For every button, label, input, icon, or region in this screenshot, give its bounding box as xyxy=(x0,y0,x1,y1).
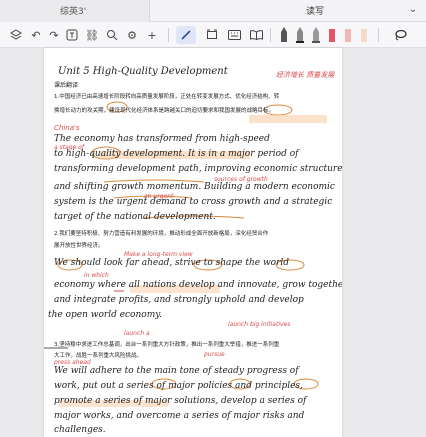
tab-reading-writing[interactable]: 读写 xyxy=(260,0,370,22)
redo-icon[interactable]: ↷ xyxy=(46,26,62,44)
handwritten-line: and integrate profits, and strongly upho… xyxy=(54,295,304,305)
handwritten-line: We will adhere to the main tone of stead… xyxy=(54,366,299,376)
frame-icon[interactable] xyxy=(204,26,220,44)
settings-icon[interactable]: ⚙ xyxy=(124,26,140,44)
section-heading: 课后翻译 xyxy=(54,82,79,89)
title-bar: 综英3' 读写 ⌄ xyxy=(0,0,426,22)
tab-reading-1[interactable]: 综英3' xyxy=(0,0,150,22)
marker-icon[interactable] xyxy=(276,26,292,44)
highlighter-light-icon[interactable] xyxy=(356,26,372,44)
keyboard-icon[interactable] xyxy=(226,26,242,44)
handwritten-line: major works, and overcome a series of ma… xyxy=(54,411,305,421)
pen-icon[interactable] xyxy=(176,26,196,44)
handwritten-line: system is the urgent demand to cross gro… xyxy=(54,197,333,207)
handwritten-line: The economy has transformed from high-sp… xyxy=(54,134,270,144)
handwritten-line: challenges. xyxy=(54,425,106,435)
divider xyxy=(378,28,379,42)
red-note: Make a long-term view xyxy=(124,251,193,258)
book-icon[interactable] xyxy=(248,26,264,44)
red-note: launch big initiatives xyxy=(228,321,291,328)
add-icon[interactable]: + xyxy=(144,26,160,44)
divider xyxy=(270,28,271,42)
lasso-icon[interactable] xyxy=(390,26,410,44)
red-note: in which xyxy=(84,272,109,279)
red-note: pursue xyxy=(204,351,225,358)
handwritten-line: We should look far ahead, strive to shap… xyxy=(54,258,290,268)
paragraph-cn: 展开放性世界经济。 xyxy=(54,243,104,249)
handwritten-line: and shifting growth momentum. Building a… xyxy=(54,182,335,192)
handwritten-line: promote a series of major solutions, dev… xyxy=(54,396,307,406)
paragraph-cn: 1.中国经济已由高速增长阶段转向高质量发展阶段，正处在转变发展方式、优化经济结构… xyxy=(54,94,280,100)
paragraph-cn: 2.我们要坚持积极、努力营造有利发展的环境，推动形成全面开放新格局，深化经贸合作 xyxy=(54,231,269,237)
link-icon[interactable]: ⛓ xyxy=(84,26,100,44)
search-icon[interactable] xyxy=(104,26,120,44)
unit-note: 经济增长 质量发展 xyxy=(276,71,335,79)
unit-title: Unit 5 High-Quality Development xyxy=(58,66,228,77)
handwritten-line: work, put out a series of major policies… xyxy=(54,381,303,391)
chevron-down-icon[interactable]: ⌄ xyxy=(406,3,420,17)
divider xyxy=(168,28,169,42)
tab-label: 读写 xyxy=(305,7,324,17)
paragraph-cn: 大工作，战胜一系列重大风险挑战。 xyxy=(54,353,143,359)
note-page[interactable]: Unit 5 High-Quality Development 经济增长 质量发… xyxy=(44,48,342,437)
handwritten-line: the open world economy. xyxy=(48,310,162,320)
red-note: press ahead xyxy=(54,359,91,366)
paragraph-cn: 换增长动力的攻关期，建设现代化经济体系是跨越关口的迫切要求和我国发展的战略目标。 xyxy=(54,108,275,114)
handwritten-line: economy where all nations develop and in… xyxy=(54,280,342,290)
layers-icon[interactable] xyxy=(8,26,24,44)
handwritten-line: transforming development path, improving… xyxy=(54,164,342,174)
paragraph-cn: 3.坚持稳中求进工作总基调，出台一系列重大方针政策，推出一系列重大举措，推进一系… xyxy=(54,342,280,348)
red-note: China's xyxy=(54,124,80,132)
handwritten-line: to high-quality development. It is in a … xyxy=(54,149,299,159)
pen-width-icon[interactable] xyxy=(308,26,324,44)
note-app-window: 综英3' 读写 ⌄ ↶ ↷ ⛓ ⚙ + Unit 5 High-Quality … xyxy=(0,0,426,437)
undo-icon[interactable]: ↶ xyxy=(28,26,44,44)
text-box-icon[interactable] xyxy=(64,26,80,44)
red-note: launch a xyxy=(124,330,150,337)
highlighter-red-icon[interactable] xyxy=(324,26,340,44)
handwritten-line: target of the national development. xyxy=(54,212,216,222)
toolbar: ↶ ↷ ⛓ ⚙ + xyxy=(0,22,426,48)
tab-label: 综英3' xyxy=(60,7,87,17)
pen-color-icon[interactable] xyxy=(292,26,308,44)
highlighter-pink-icon[interactable] xyxy=(340,26,356,44)
